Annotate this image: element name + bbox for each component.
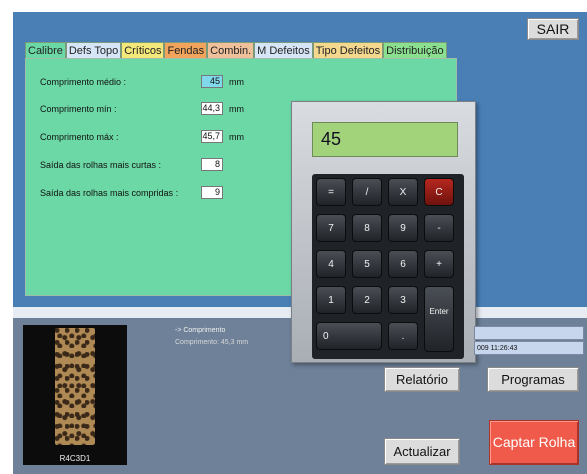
key-equals[interactable]: = [316,178,346,206]
comprimento-max-input[interactable]: 45,7 [201,130,223,143]
unit-label: mm [229,132,244,142]
key-8[interactable]: 8 [352,214,382,242]
tab-calibre[interactable]: Calibre [25,42,66,58]
unit-label: mm [229,104,244,114]
key-decimal[interactable]: . [388,322,418,350]
relatorio-button[interactable]: Relatório [384,367,460,392]
key-enter[interactable]: Enter [424,286,454,352]
tab-m-defeitos[interactable]: M Defeitos [254,42,313,58]
tab-criticos[interactable]: Críticos [121,42,165,58]
key-0[interactable]: 0 [316,322,382,350]
key-1[interactable]: 1 [316,286,346,314]
actualizar-button[interactable]: Actualizar [384,438,460,465]
programas-button[interactable]: Programas [487,367,579,392]
status-field [474,326,584,340]
image-caption: R4C3D1 [59,454,91,463]
key-5[interactable]: 5 [352,250,382,278]
field-label: Comprimento mín : [40,104,117,114]
field-label: Saída das rolhas mais curtas : [40,160,162,170]
tab-distribuicao[interactable]: Distribuição [383,42,447,58]
calculator-keypad: = / X C 7 8 9 - 4 5 6 + 1 2 3 Enter 0 . [312,174,464,359]
tab-fendas[interactable]: Fendas [164,42,208,58]
calculator-display: 45 [312,122,458,157]
comprimento-min-input[interactable]: 44,3 [201,102,223,115]
key-multiply[interactable]: X [388,178,418,206]
saida-compridas-input[interactable]: 9 [201,186,223,199]
tab-bar: Calibre Defs Topo Críticos Fendas Combin… [25,42,447,58]
unit-label: mm [229,77,244,87]
key-7[interactable]: 7 [316,214,346,242]
saida-curtas-input[interactable]: 8 [201,158,223,171]
key-minus[interactable]: - [424,214,454,242]
key-9[interactable]: 9 [388,214,418,242]
info-line: Comprimento: 45,3 mm [175,339,249,346]
captar-rolha-button[interactable]: Captar Rolha [489,420,579,465]
key-plus[interactable]: + [424,250,454,278]
calculator-dialog: 45 = / X C 7 8 9 - 4 5 6 + 1 2 3 Enter 0… [291,101,476,363]
field-label: Comprimento máx : [40,132,119,142]
key-divide[interactable]: / [352,178,382,206]
key-clear[interactable]: C [424,178,454,206]
field-label: Comprimento médio : [40,77,127,87]
timestamp-field: 009 11:26:43 [474,341,584,355]
comprimento-medio-input[interactable]: 45 [201,75,223,88]
key-4[interactable]: 4 [316,250,346,278]
key-2[interactable]: 2 [352,286,382,314]
tab-combin[interactable]: Combin. [207,42,255,58]
info-title: -> Comprimento [175,327,226,334]
key-3[interactable]: 3 [388,286,418,314]
key-6[interactable]: 6 [388,250,418,278]
field-label: Saída das rolhas mais compridas : [40,188,179,198]
cork-image [55,328,95,445]
tab-defs-topo[interactable]: Defs Topo [65,42,122,58]
cork-image-panel: R4C3D1 [23,325,127,465]
tab-tipo-defeitos[interactable]: Tipo Defeitos [312,42,384,58]
exit-button[interactable]: SAIR [527,18,579,40]
